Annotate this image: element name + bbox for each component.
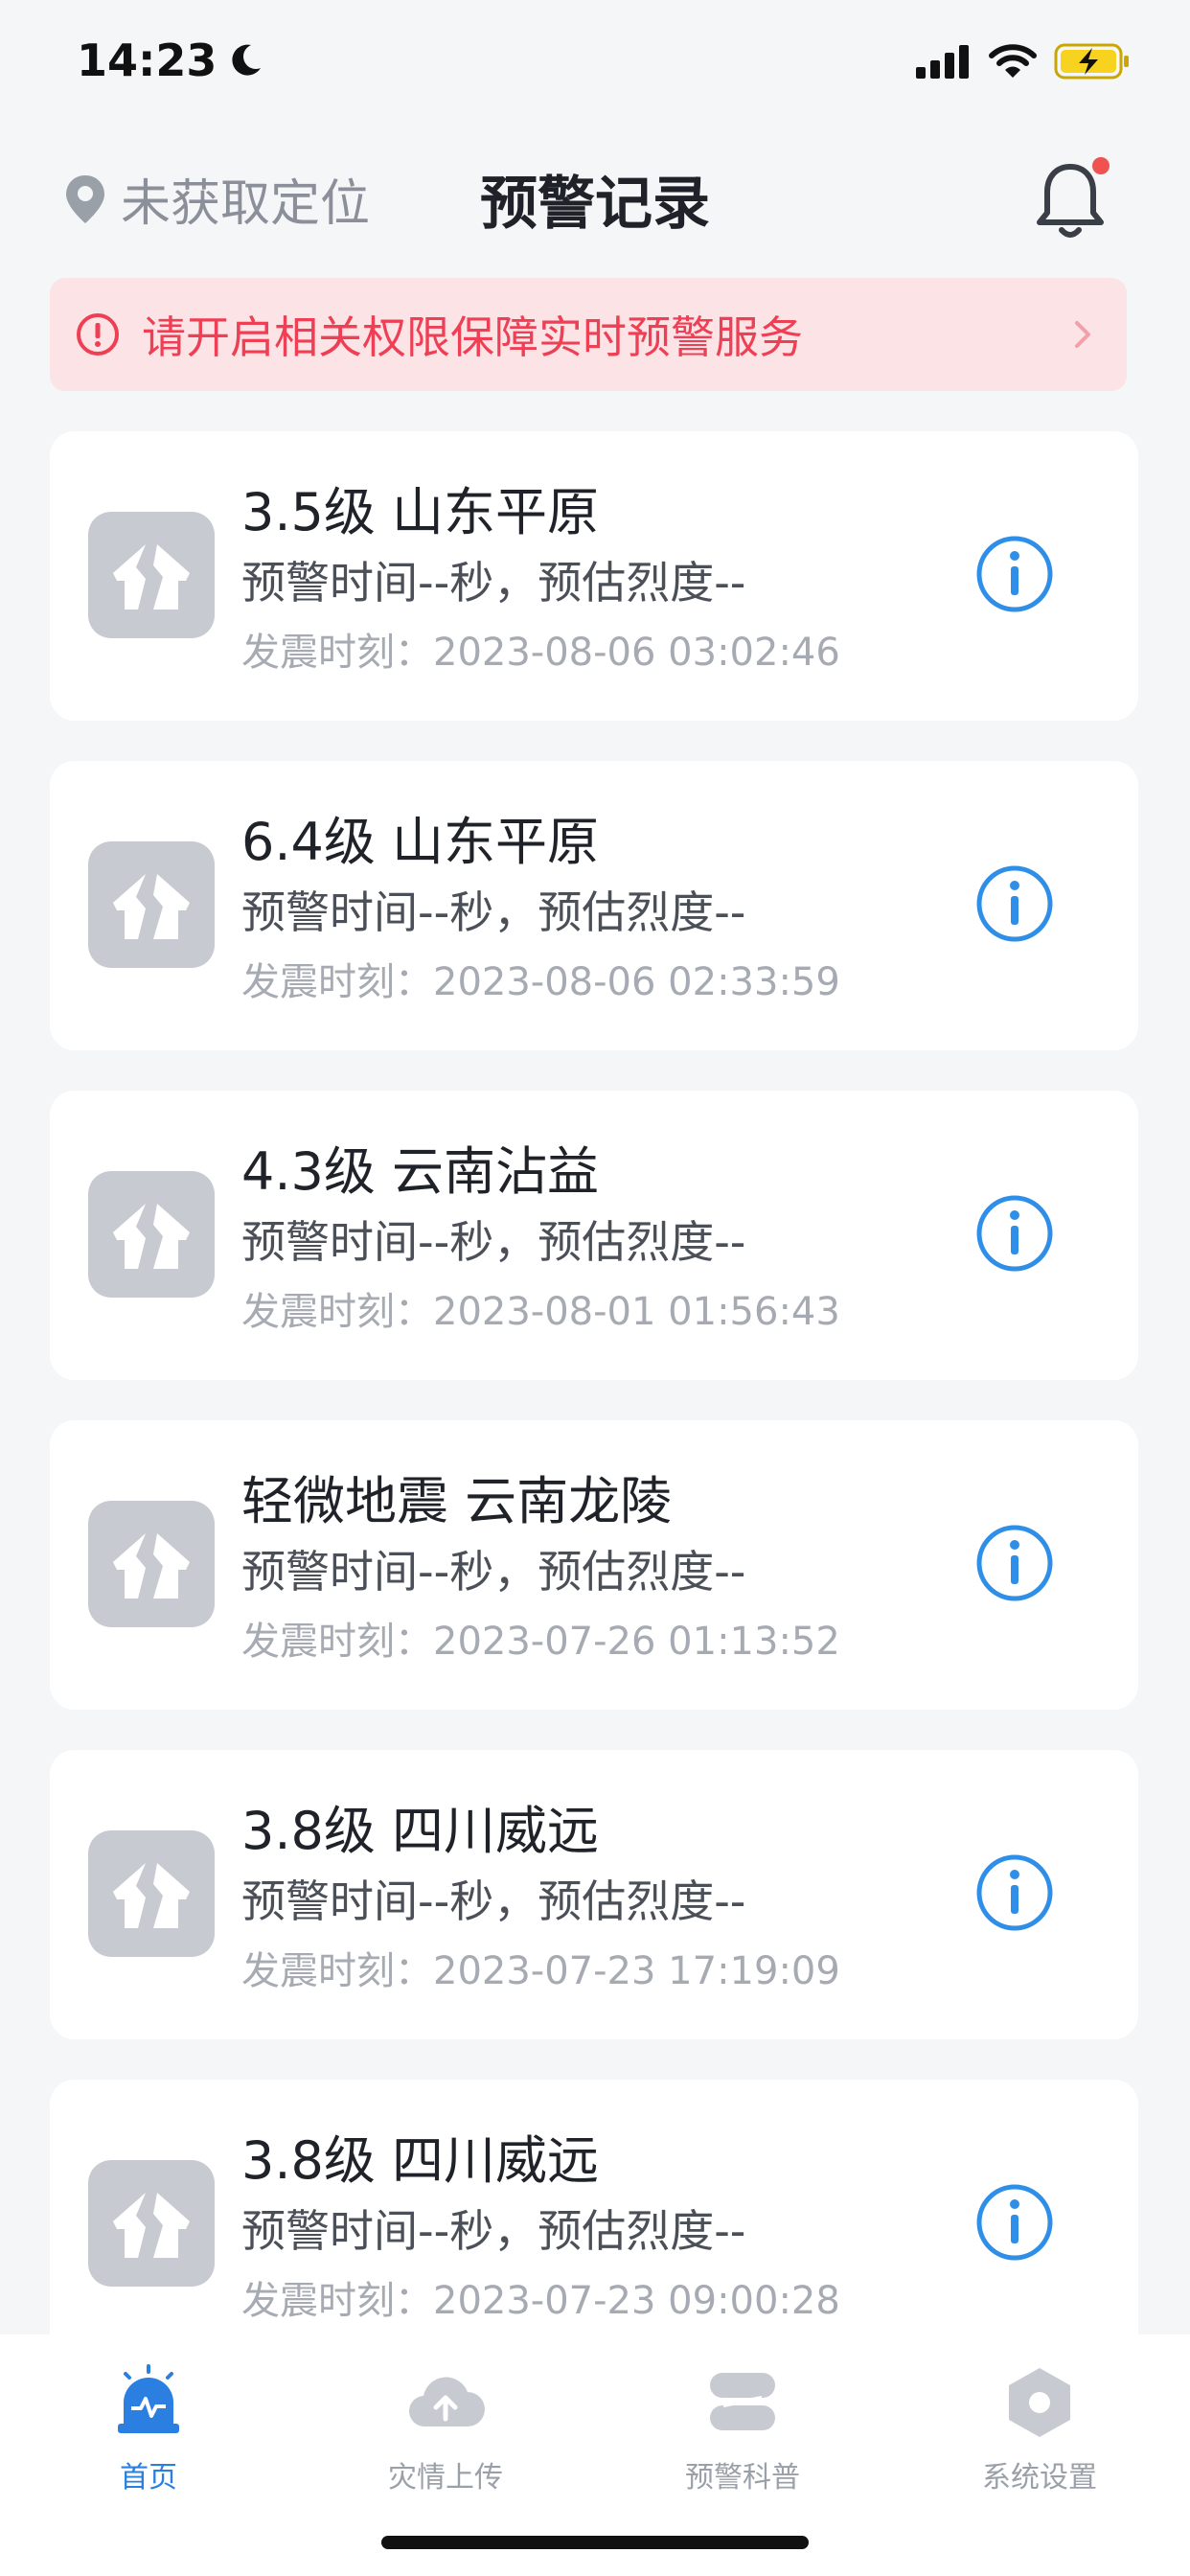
earthquake-house-icon [88,1830,215,1957]
wifi-icon [989,44,1037,78]
status-time-text: 14:23 [77,34,217,86]
tab-settings[interactable]: 系统设置 [891,2359,1188,2503]
info-icon[interactable] [975,1853,1054,1932]
location-text: 未获取定位 [121,175,371,233]
record-title: 轻微地震 云南龙陵 [241,1471,673,1531]
record-time: 发震时刻：2023-08-06 03:02:46 [241,631,840,675]
status-time: 14:23 [77,34,264,86]
notification-dot [1092,157,1110,174]
chevron-right-icon [1075,321,1090,348]
record-title: 3.8级 四川威远 [241,2130,600,2191]
tab-warning-education[interactable]: 预警科普 [594,2359,891,2503]
tab-label: 系统设置 [982,2461,1097,2495]
record-warning: 预警时间--秒，预估烈度-- [241,557,746,609]
record-warning: 预警时间--秒，预估烈度-- [241,1546,746,1598]
info-icon[interactable] [975,1194,1054,1273]
tab-label: 预警科普 [685,2461,800,2495]
info-icon[interactable] [975,2183,1054,2262]
cellular-signal-icon [916,45,969,79]
record-warning: 预警时间--秒，预估烈度-- [241,886,746,938]
cloud-upload-icon [402,2359,489,2446]
battery-charging-icon [1054,43,1129,80]
record-card[interactable]: 3.5级 山东平原 预警时间--秒，预估烈度-- 发震时刻：2023-08-06… [50,431,1138,721]
tab-disaster-upload[interactable]: 灾情上传 [297,2359,594,2503]
record-warning: 预警时间--秒，预估烈度-- [241,1216,746,1268]
record-card[interactable]: 4.3级 云南沾益 预警时间--秒，预估烈度-- 发震时刻：2023-08-01… [50,1091,1138,1380]
record-title: 3.5级 山东平原 [241,482,600,542]
record-warning: 预警时间--秒，预估烈度-- [241,1875,746,1927]
status-bar: 14:23 [0,0,1190,128]
location-pin-icon [66,174,104,223]
record-title: 4.3级 云南沾益 [241,1141,600,1202]
record-title: 6.4级 山东平原 [241,812,600,872]
permission-banner[interactable]: 请开启相关权限保障实时预警服务 [50,278,1127,391]
earthquake-house-icon [88,841,215,968]
banner-text: 请开启相关权限保障实时预警服务 [142,311,803,363]
settings-hexagon-icon [996,2359,1083,2446]
record-time: 发震时刻：2023-08-01 01:56:43 [241,1290,840,1334]
tab-label: 首页 [120,2461,177,2495]
header: 未获取定位 预警记录 [0,128,1190,272]
alert-circle-icon [77,313,119,356]
moon-icon [232,44,262,76]
record-time: 发震时刻：2023-07-23 09:00:28 [241,2279,840,2323]
tab-label: 灾情上传 [388,2461,503,2495]
info-icon[interactable] [975,535,1054,613]
record-time: 发震时刻：2023-07-23 17:19:09 [241,1949,840,1993]
layers-icon [699,2359,786,2446]
record-time: 发震时刻：2023-07-26 01:13:52 [241,1620,840,1664]
info-icon[interactable] [975,1524,1054,1602]
earthquake-house-icon [88,1501,215,1627]
notification-button[interactable] [1033,157,1110,242]
record-card[interactable]: 3.8级 四川威远 预警时间--秒，预估烈度-- 发震时刻：2023-07-23… [50,2080,1138,2369]
record-warning: 预警时间--秒，预估烈度-- [241,2205,746,2257]
alarm-light-icon [105,2359,192,2446]
record-card[interactable]: 轻微地震 云南龙陵 预警时间--秒，预估烈度-- 发震时刻：2023-07-26… [50,1420,1138,1710]
home-indicator [381,2536,809,2549]
tab-home[interactable]: 首页 [0,2359,297,2503]
location-selector[interactable]: 未获取定位 [63,163,370,235]
earthquake-house-icon [88,2160,215,2287]
earthquake-house-icon [88,1171,215,1298]
status-indicators [916,42,1131,80]
record-card[interactable]: 6.4级 山东平原 预警时间--秒，预估烈度-- 发震时刻：2023-08-06… [50,761,1138,1050]
earthquake-house-icon [88,512,215,638]
record-card[interactable]: 3.8级 四川威远 预警时间--秒，预估烈度-- 发震时刻：2023-07-23… [50,1750,1138,2039]
record-title: 3.8级 四川威远 [241,1801,600,1861]
record-time: 发震时刻：2023-08-06 02:33:59 [241,960,840,1004]
info-icon[interactable] [975,864,1054,943]
warning-record-list: 3.5级 山东平原 预警时间--秒，预估烈度-- 发震时刻：2023-08-06… [50,431,1138,2409]
